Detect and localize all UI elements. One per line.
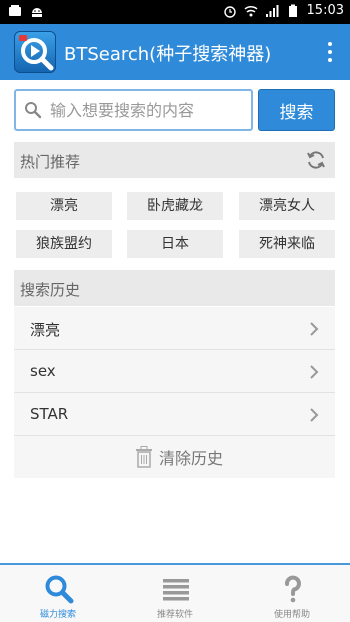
hot-section-header: 热门推荐	[14, 142, 335, 178]
hot-tag[interactable]: 死神来临	[239, 230, 335, 258]
trash-icon	[136, 446, 152, 468]
overflow-menu-icon[interactable]	[320, 34, 340, 70]
tab-label: 推荐软件	[156, 610, 193, 620]
history-item[interactable]: STAR	[14, 393, 335, 436]
hot-tag[interactable]: 漂亮女人	[239, 192, 335, 220]
status-time: 15:03	[306, 3, 344, 18]
search-icon	[25, 102, 42, 119]
refresh-icon[interactable]	[305, 149, 327, 171]
hot-tag[interactable]: 日本	[127, 230, 223, 258]
notification-icon	[9, 5, 21, 16]
status-bar: 15:03	[0, 0, 350, 24]
app-logo-icon	[14, 31, 56, 73]
search-input[interactable]	[50, 97, 245, 123]
android-icon	[32, 8, 42, 17]
history-item-label: sex	[30, 362, 56, 380]
chevron-right-icon	[310, 365, 319, 379]
tab-help[interactable]: 使用帮助	[234, 569, 350, 621]
history-item[interactable]: 漂亮	[14, 307, 335, 350]
hot-tag[interactable]: 卧虎藏龙	[127, 192, 223, 220]
tab-label: 使用帮助	[273, 610, 310, 620]
help-icon	[285, 575, 301, 603]
wifi-icon	[244, 5, 258, 16]
tab-recommended-apps[interactable]: 推荐软件	[117, 569, 233, 621]
search-button[interactable]: 搜索	[258, 89, 335, 131]
search-field[interactable]	[14, 89, 253, 131]
search-icon	[45, 575, 74, 604]
clear-history-label: 清除历史	[159, 449, 224, 468]
alarm-icon	[223, 5, 236, 18]
history-item[interactable]: sex	[14, 350, 335, 393]
hot-section-title: 热门推荐	[20, 153, 81, 171]
bottom-nav: 磁力搜索 推荐软件 使用帮助	[0, 563, 350, 622]
tab-magnet-search[interactable]: 磁力搜索	[0, 569, 116, 621]
list-icon	[163, 579, 189, 601]
history-section-header: 搜索历史	[14, 270, 335, 306]
tab-label: 磁力搜索	[39, 610, 76, 620]
hot-tag[interactable]: 漂亮	[16, 192, 112, 220]
hot-tag[interactable]: 狼族盟约	[16, 230, 112, 258]
battery-icon	[288, 4, 297, 17]
signal-icon	[265, 4, 279, 17]
history-item-label: 漂亮	[30, 321, 61, 339]
history-section-title: 搜索历史	[20, 281, 81, 299]
chevron-right-icon	[310, 408, 319, 422]
clear-history-button[interactable]: 清除历史	[14, 436, 335, 478]
chevron-right-icon	[310, 322, 319, 336]
app-bar: BTSearch(种子搜索神器)	[0, 24, 350, 80]
app-title: BTSearch(种子搜索神器)	[64, 44, 272, 65]
history-item-label: STAR	[30, 405, 69, 423]
